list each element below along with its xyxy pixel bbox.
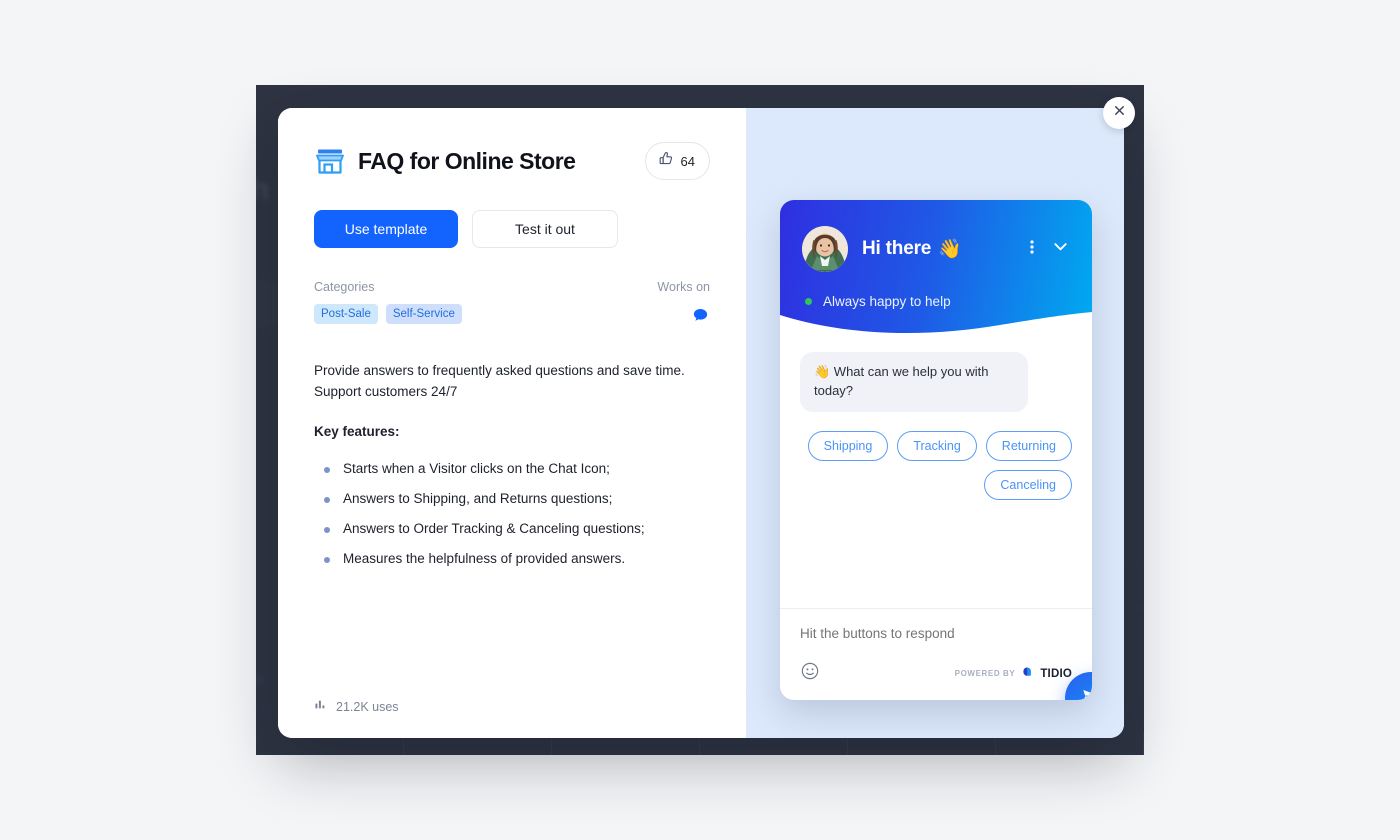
wave-emoji: 👋	[938, 239, 962, 260]
bullet-icon	[324, 527, 330, 534]
likes-badge[interactable]: 64	[644, 142, 710, 180]
works-on-label: Works on	[657, 280, 710, 294]
categories-label: Categories	[314, 280, 375, 294]
quick-reply-canceling[interactable]: Canceling	[984, 469, 1072, 500]
uses-stat: 21.2K uses	[314, 697, 399, 716]
tidio-wordmark: TIDIO	[1040, 667, 1072, 680]
likes-count: 64	[680, 153, 695, 169]
message-text: What can we help you with today?	[814, 364, 989, 398]
use-template-button[interactable]: Use template	[314, 210, 458, 248]
chat-status: Always happy to help	[802, 294, 1070, 309]
quick-reply-tracking[interactable]: Tracking	[897, 430, 977, 461]
status-indicator-dot	[805, 298, 812, 305]
test-it-out-button[interactable]: Test it out	[472, 210, 618, 248]
modal-left-column: FAQ for Online Store 64 Use template Tes…	[278, 108, 746, 738]
features-list: Starts when a Visitor clicks on the Chat…	[314, 453, 710, 573]
categories-col: Categories Post-Sale Self-Service	[314, 280, 462, 324]
list-item: Measures the helpfulness of provided ans…	[314, 543, 710, 573]
close-modal-button[interactable]	[1103, 97, 1135, 129]
list-item: Answers to Shipping, and Returns questio…	[314, 483, 710, 513]
header-curve-decoration	[780, 312, 1092, 337]
feature-text: Answers to Order Tracking & Canceling qu…	[343, 521, 645, 537]
quick-reply-returning[interactable]: Returning	[985, 430, 1072, 461]
categories-section: Categories Post-Sale Self-Service Works …	[314, 280, 710, 330]
chevron-down-icon[interactable]	[1051, 237, 1070, 261]
quick-reply-buttons: Shipping Tracking Returning Canceling	[800, 430, 1072, 500]
uses-count: 21.2K uses	[336, 699, 399, 714]
chat-bot-message: 👋 What can we help you with today?	[800, 352, 1028, 412]
description-text: Provide answers to frequently asked ques…	[314, 363, 685, 399]
chat-greeting: Hi there 👋	[862, 237, 1016, 261]
message-emoji: 👋	[814, 364, 831, 379]
bullet-icon	[324, 467, 330, 474]
feature-text: Starts when a Visitor clicks on the Chat…	[343, 461, 610, 477]
bullet-icon	[324, 557, 330, 564]
thumbs-up-icon	[658, 150, 675, 172]
list-item: Starts when a Visitor clicks on the Chat…	[314, 453, 710, 483]
chat-message-area: 👋 What can we help you with today? Shipp…	[780, 336, 1092, 608]
emoji-smile-icon[interactable]	[800, 661, 820, 686]
bullet-icon	[324, 497, 330, 504]
bar-chart-icon	[314, 697, 328, 716]
tidio-branding: POWERED BY TIDIO	[955, 665, 1072, 683]
chat-message-input[interactable]	[800, 626, 1072, 641]
chat-preview-panel: Hi there 👋 Always happy to help 👋 What c…	[746, 108, 1124, 738]
feature-text: Measures the helpfulness of provided ans…	[343, 551, 626, 567]
close-icon	[1112, 103, 1127, 123]
works-on-col: Works on	[657, 280, 710, 330]
chat-widget-header: Hi there 👋 Always happy to help	[780, 200, 1092, 337]
storefront-icon	[314, 145, 346, 177]
category-tag[interactable]: Self-Service	[385, 304, 462, 324]
page-title: FAQ for Online Store	[358, 147, 576, 174]
feature-text: Answers to Shipping, and Returns questio…	[343, 491, 613, 507]
chat-footer-row: POWERED BY TIDIO	[800, 661, 1072, 686]
avatar	[802, 226, 848, 272]
category-tags: Post-Sale Self-Service	[314, 304, 462, 324]
template-detail-modal: FAQ for Online Store 64 Use template Tes…	[278, 108, 1124, 738]
list-item: Answers to Order Tracking & Canceling qu…	[314, 513, 710, 543]
chat-bubble-icon	[657, 306, 710, 325]
key-features-label: Key features:	[314, 424, 400, 440]
chat-header-top: Hi there 👋	[802, 226, 1070, 272]
chat-greeting-text: Hi there	[862, 238, 932, 259]
powered-by-label: POWERED BY	[954, 669, 1016, 678]
tidio-logo-icon	[1021, 665, 1034, 683]
modal-header: FAQ for Online Store 64	[314, 142, 710, 180]
chat-widget: Hi there 👋 Always happy to help 👋 What c…	[780, 200, 1092, 700]
action-buttons: Use template Test it out	[314, 210, 710, 248]
send-icon	[1080, 685, 1092, 700]
more-vertical-icon[interactable]	[1030, 239, 1034, 260]
chat-input-area: POWERED BY TIDIO	[780, 608, 1092, 700]
quick-reply-shipping[interactable]: Shipping	[807, 430, 889, 461]
chat-header-actions	[1030, 237, 1070, 261]
category-tag[interactable]: Post-Sale	[314, 304, 378, 324]
status-text: Always happy to help	[823, 294, 951, 309]
